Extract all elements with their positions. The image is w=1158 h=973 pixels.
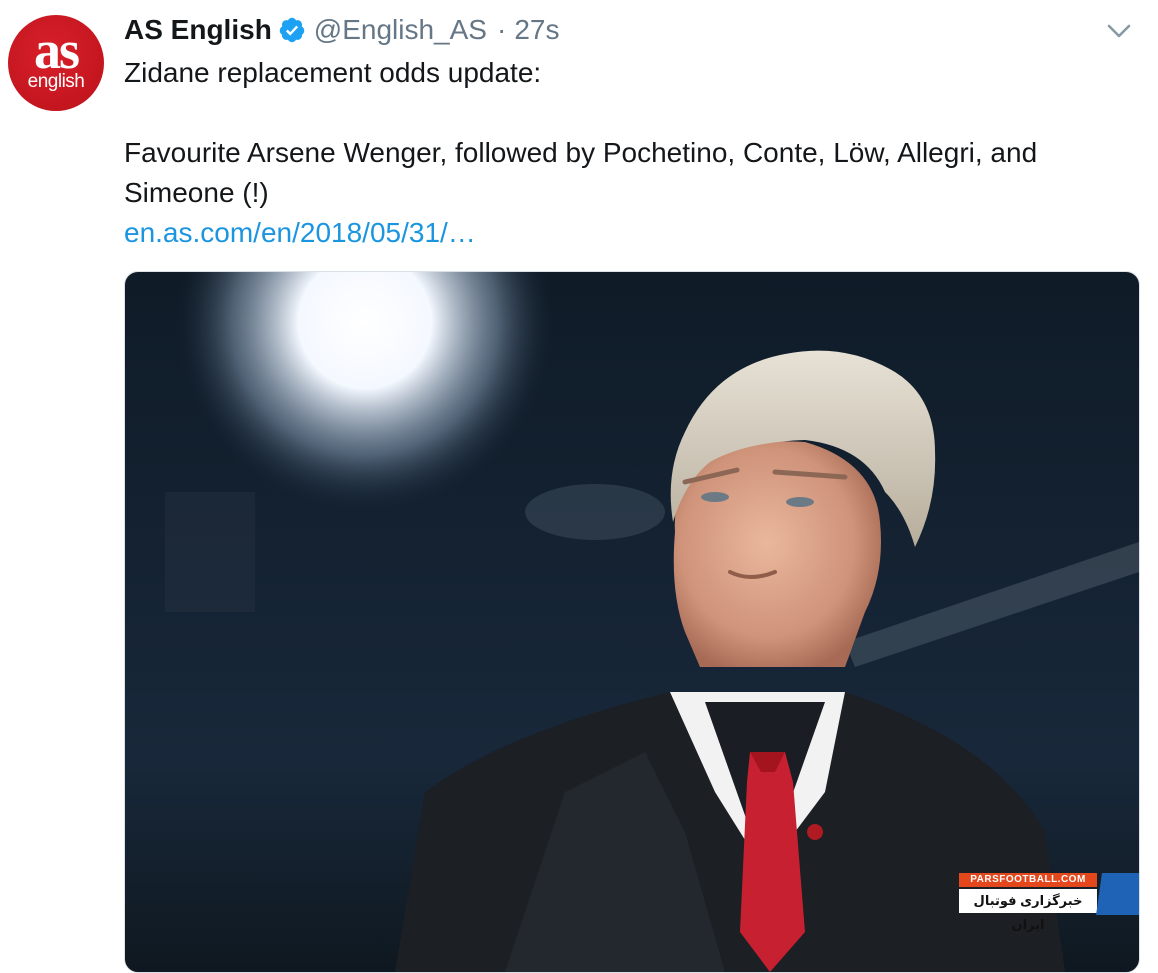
tweet-link[interactable]: en.as.com/en/2018/05/31/…: [124, 217, 476, 248]
tweet-media-photo[interactable]: PARSFOOTBALL.COM خبرگزاری فوتبال ایران: [124, 271, 1140, 973]
avatar-logo-text: as: [33, 20, 80, 80]
verified-badge-icon: [279, 17, 305, 43]
watermark-tagline: خبرگزاری فوتبال ایران: [959, 889, 1097, 932]
account-handle[interactable]: @English_AS: [314, 14, 487, 46]
timestamp[interactable]: 27s: [514, 14, 559, 46]
avatar-logo-subtext: english: [27, 71, 85, 92]
watermark-site: PARSFOOTBALL.COM: [959, 873, 1097, 887]
tweet-header: AS English @English_AS · 27s: [124, 10, 559, 50]
watermark-logo-icon: [1096, 873, 1139, 915]
tweet-line-1: Zidane replacement odds update:: [124, 57, 542, 88]
tweet-text: Zidane replacement odds update: Favourit…: [124, 53, 1124, 253]
chevron-down-icon[interactable]: [1104, 16, 1134, 46]
watermark: PARSFOOTBALL.COM خبرگزاری فوتبال ایران: [959, 873, 1139, 932]
separator-dot: ·: [496, 14, 507, 45]
avatar[interactable]: as english: [8, 15, 104, 111]
photo-scene: [165, 272, 1139, 972]
account-name[interactable]: AS English: [124, 14, 272, 46]
tweet-line-2: Favourite Arsene Wenger, followed by Poc…: [124, 137, 1038, 208]
